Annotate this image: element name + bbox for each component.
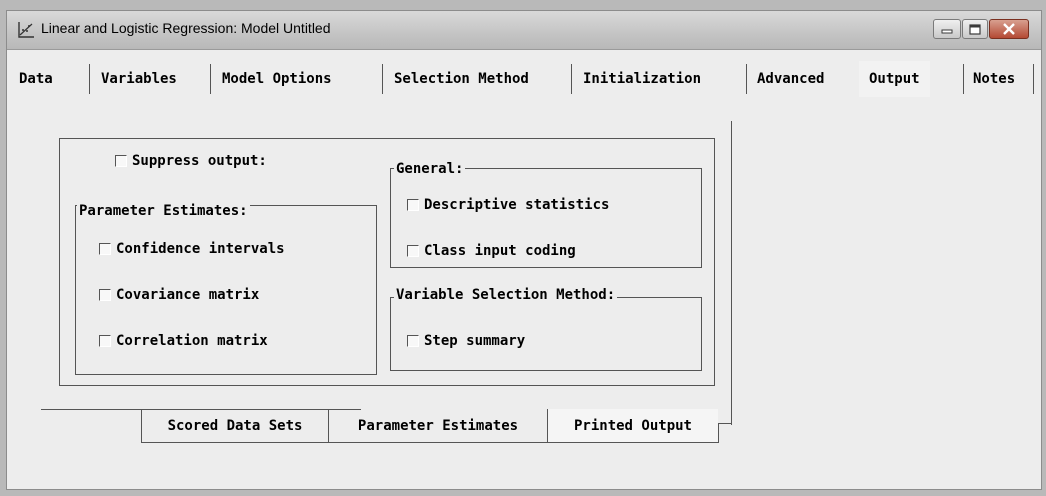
tab-initialization[interactable]: Initialization	[583, 61, 701, 97]
tab-advanced[interactable]: Advanced	[757, 61, 824, 97]
checkbox-box[interactable]	[99, 335, 111, 347]
class-input-coding-checkbox[interactable]: Class input coding	[407, 243, 576, 259]
suppress-output-label: Suppress output:	[132, 153, 267, 169]
tab-separator	[1033, 64, 1034, 94]
panel-right-border	[731, 121, 732, 425]
tab-selection-method[interactable]: Selection Method	[394, 61, 529, 97]
subtab-bottom-border	[141, 442, 719, 443]
checkbox-box[interactable]	[115, 155, 127, 167]
tab-data[interactable]: Data	[19, 61, 53, 97]
subtab-scored-data-sets[interactable]: Scored Data Sets	[142, 409, 328, 443]
minimize-button[interactable]	[933, 19, 961, 39]
close-icon	[1003, 23, 1015, 35]
subtab-right-border	[718, 423, 719, 443]
tab-separator	[89, 64, 90, 94]
maximize-icon	[969, 23, 981, 35]
suppress-output-checkbox[interactable]: Suppress output:	[115, 153, 267, 169]
minimize-icon	[941, 29, 953, 34]
tab-separator	[382, 64, 383, 94]
tab-separator	[746, 64, 747, 94]
checkbox-label: Correlation matrix	[116, 333, 268, 349]
descriptive-statistics-checkbox[interactable]: Descriptive statistics	[407, 197, 609, 213]
title-bar[interactable]: Linear and Logistic Regression: Model Un…	[7, 11, 1041, 50]
checkbox-box[interactable]	[407, 245, 419, 257]
maximize-button[interactable]	[962, 19, 988, 39]
general-legend: General:	[394, 161, 466, 177]
subtab-parameter-estimates[interactable]: Parameter Estimates	[329, 409, 547, 443]
regression-window: Linear and Logistic Regression: Model Un…	[6, 10, 1042, 490]
checkbox-label: Descriptive statistics	[424, 197, 610, 213]
tab-separator	[963, 64, 964, 94]
tab-output[interactable]: Output	[859, 61, 930, 97]
variable-selection-legend: Variable Selection Method:	[394, 287, 618, 303]
window-title: Linear and Logistic Regression: Model Un…	[41, 20, 331, 36]
checkbox-box[interactable]	[407, 335, 419, 347]
tab-separator	[210, 64, 211, 94]
checkbox-box[interactable]	[407, 199, 419, 211]
tab-model-options[interactable]: Model Options	[222, 61, 332, 97]
correlation-matrix-checkbox[interactable]: Correlation matrix	[99, 333, 268, 349]
regression-chart-icon	[18, 22, 34, 38]
covariance-matrix-checkbox[interactable]: Covariance matrix	[99, 287, 259, 303]
checkbox-box[interactable]	[99, 243, 111, 255]
confidence-intervals-checkbox[interactable]: Confidence intervals	[99, 241, 285, 257]
subtab-printed-output[interactable]: Printed Output	[548, 409, 718, 443]
tab-notes[interactable]: Notes	[973, 61, 1015, 97]
tab-separator	[571, 64, 572, 94]
step-summary-checkbox[interactable]: Step summary	[407, 333, 525, 349]
checkbox-label: Step summary	[424, 333, 526, 349]
checkbox-box[interactable]	[99, 289, 111, 301]
checkbox-label: Covariance matrix	[116, 287, 260, 303]
checkbox-label: Class input coding	[424, 243, 576, 259]
close-button[interactable]	[989, 19, 1029, 39]
checkbox-label: Confidence intervals	[116, 241, 285, 257]
parameter-estimates-legend: Parameter Estimates:	[77, 203, 250, 219]
tab-variables[interactable]: Variables	[101, 61, 177, 97]
